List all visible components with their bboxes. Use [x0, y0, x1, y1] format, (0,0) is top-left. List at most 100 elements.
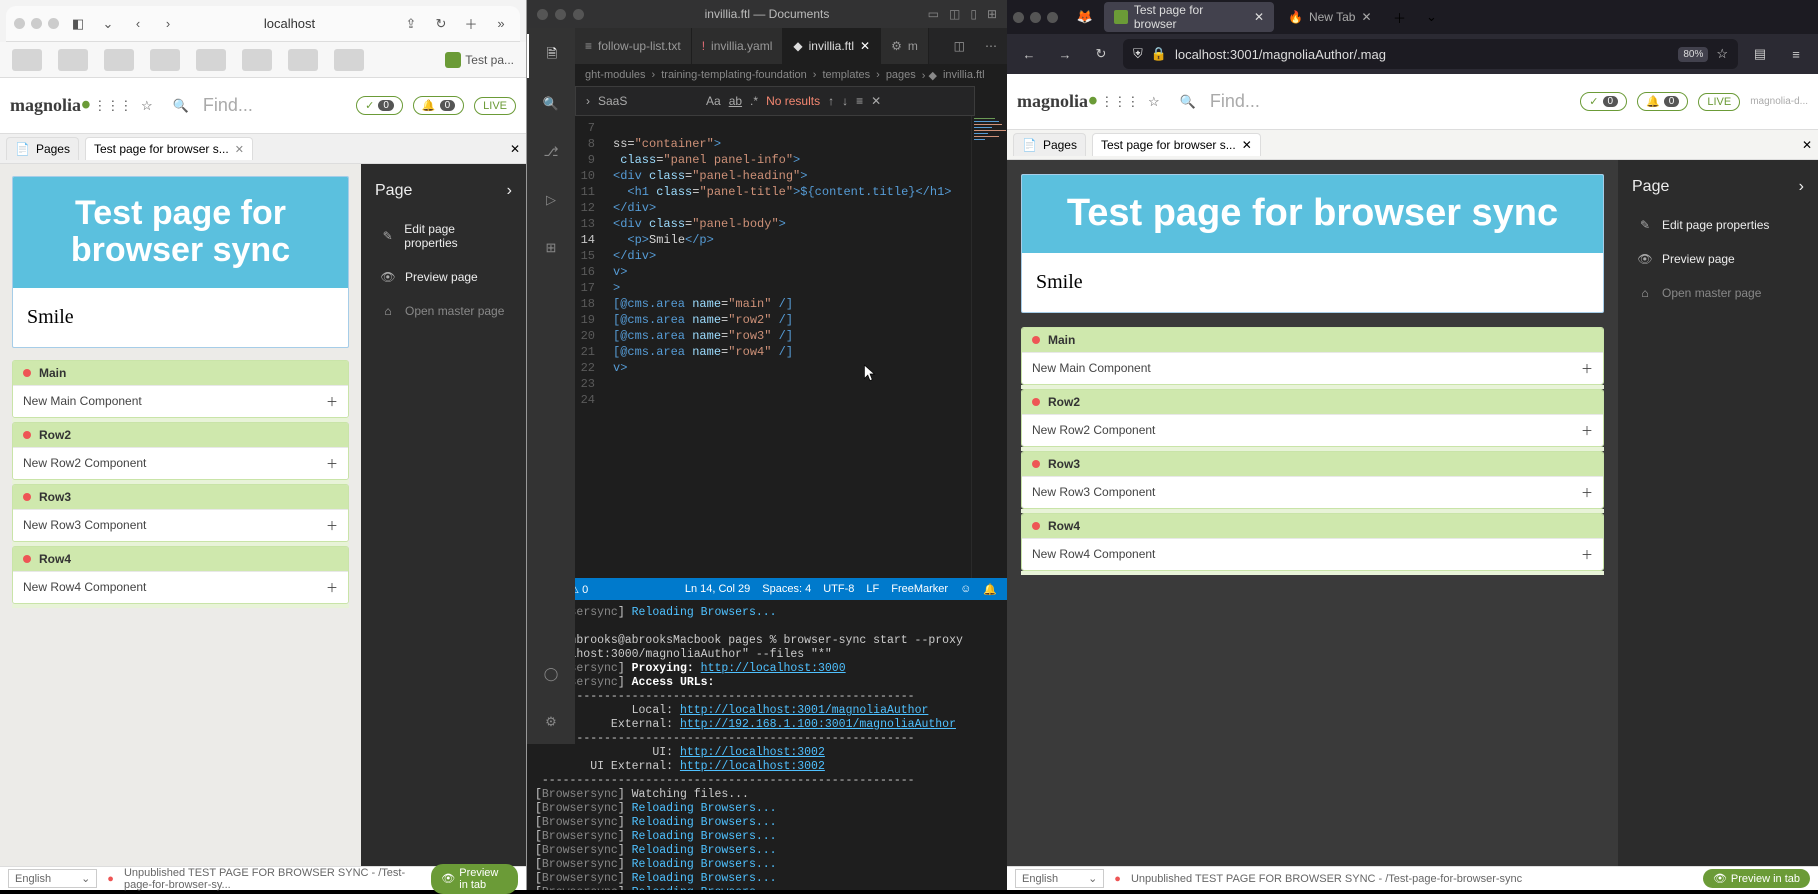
reload-icon[interactable]: ↻ — [1087, 40, 1115, 68]
bell-icon[interactable]: 🔔 — [983, 583, 997, 596]
prev-match-icon[interactable]: ↑ — [828, 94, 834, 108]
add-icon[interactable]: ＋ — [326, 517, 338, 534]
area-block[interactable]: Row4 New Row4 Component＋ — [1021, 513, 1604, 571]
language-mode[interactable]: FreeMarker — [891, 583, 948, 595]
add-icon[interactable]: ＋ — [1581, 484, 1593, 501]
code-line[interactable]: 20[@cms.area name="row3" /] — [575, 328, 1007, 344]
new-component-row[interactable]: New Row3 Component＋ — [1022, 476, 1603, 508]
tab-test-page[interactable]: Test page for browser✕ — [1104, 2, 1274, 32]
new-component-row[interactable]: New Row3 Component＋ — [13, 509, 348, 541]
favorite-icon[interactable] — [288, 49, 318, 71]
shield-icon[interactable]: ⛨ — [1133, 46, 1143, 62]
favorites-icon[interactable]: ☆ — [1142, 90, 1166, 114]
code-line[interactable]: 11 <h1 class="panel-title">${content.tit… — [575, 184, 1007, 200]
forward-icon[interactable]: → — [1051, 40, 1079, 68]
run-debug-icon[interactable]: ▷ — [527, 178, 575, 222]
split-editor-icon[interactable]: ◫ — [944, 28, 975, 64]
preview-in-tab-button[interactable]: 👁 Preview in tab — [431, 864, 518, 894]
encoding[interactable]: UTF-8 — [823, 583, 854, 595]
back-icon[interactable]: ← — [1015, 40, 1043, 68]
chevron-down-icon[interactable]: ⌄ — [97, 13, 119, 35]
preview-in-tab-button[interactable]: 👁 Preview in tab — [1703, 869, 1810, 888]
code-line[interactable]: 19[@cms.area name="row2" /] — [575, 312, 1007, 328]
favorite-icon[interactable] — [12, 49, 42, 71]
tab-follow-up[interactable]: ≡ follow-up-list.txt — [575, 28, 692, 64]
area-block[interactable]: Row3 New Row3 Component＋ — [12, 484, 349, 542]
code-line[interactable]: 14 <p>Smile</p> — [575, 232, 1007, 248]
window-min[interactable] — [1030, 12, 1041, 23]
tab-new-tab[interactable]: 🔥 New Tab ✕ — [1278, 2, 1382, 32]
favorite-icon[interactable] — [242, 49, 272, 71]
add-icon[interactable]: ＋ — [326, 455, 338, 472]
chevron-right-icon[interactable]: › — [586, 94, 590, 108]
close-icon[interactable]: ✕ — [1242, 138, 1252, 152]
magnolia-logo[interactable]: magnolia• — [1017, 91, 1098, 112]
add-icon[interactable]: ＋ — [326, 393, 338, 410]
window-close[interactable] — [537, 9, 548, 20]
area-block[interactable]: Row3 New Row3 Component＋ — [1021, 451, 1604, 509]
sidebar-toggle-icon[interactable]: ◧ — [67, 13, 89, 35]
close-panel-icon[interactable]: ✕ — [510, 142, 520, 156]
area-block[interactable]: Main New Main Component＋ — [12, 360, 349, 418]
window-max[interactable] — [573, 9, 584, 20]
overflow-icon[interactable]: » — [490, 13, 512, 35]
area-block[interactable]: Row2 New Row2 Component＋ — [12, 422, 349, 480]
chevron-right-icon[interactable]: › — [507, 182, 512, 200]
apps-icon[interactable]: ⋮⋮⋮ — [1108, 90, 1132, 114]
favorite-tab[interactable]: Test pa... — [445, 52, 514, 68]
new-component-row[interactable]: New Row2 Component＋ — [13, 447, 348, 479]
tab-invillia-yaml[interactable]: ! invillia.yaml — [692, 28, 784, 64]
search-icon[interactable]: 🔍 — [527, 82, 575, 126]
hamburger-icon[interactable]: ≡ — [1782, 40, 1810, 68]
window-close[interactable] — [1013, 12, 1024, 23]
reload-icon[interactable]: ↻ — [430, 13, 452, 35]
code-line[interactable]: 16v> — [575, 264, 1007, 280]
find-in-selection-icon[interactable]: ≡ — [856, 94, 863, 108]
close-icon[interactable]: ✕ — [860, 39, 870, 53]
tab-pages[interactable]: 📄 Pages — [6, 137, 79, 160]
firefox-logo-icon[interactable]: 🦊 — [1070, 9, 1100, 25]
favorite-icon[interactable] — [150, 49, 180, 71]
add-icon[interactable]: ＋ — [1581, 546, 1593, 563]
terminal[interactable]: [Browsersync] Reloading Browsers... ^C a… — [527, 600, 1007, 890]
panel-layout-icon[interactable]: ◫ — [949, 7, 960, 21]
favorite-icon[interactable] — [104, 49, 134, 71]
code-line[interactable]: 12</div> — [575, 200, 1007, 216]
bookmark-icon[interactable]: ☆ — [1716, 46, 1728, 62]
add-icon[interactable]: ＋ — [326, 579, 338, 596]
edit-page-properties[interactable]: ✎Edit page properties — [1624, 210, 1812, 240]
eol[interactable]: LF — [866, 583, 879, 595]
live-badge[interactable]: LIVE — [474, 97, 516, 115]
close-icon[interactable]: ✕ — [871, 94, 881, 108]
feedback-icon[interactable]: ☺ — [960, 583, 971, 595]
panel-layout-icon[interactable]: ▭ — [928, 7, 939, 21]
find-input[interactable]: Find... — [203, 95, 346, 116]
code-line[interactable]: 9 class="panel panel-info"> — [575, 152, 1007, 168]
address-bar[interactable]: ⛨ 🔒 localhost:3001/magnoliaAuthor/.mag 8… — [1123, 39, 1738, 69]
new-component-row[interactable]: New Row2 Component＋ — [1022, 414, 1603, 446]
code-line[interactable]: 23 — [575, 376, 1007, 392]
tasks-badge[interactable]: ✓0 — [356, 96, 403, 115]
code-line[interactable]: 18[@cms.area name="main" /] — [575, 296, 1007, 312]
apps-icon[interactable]: ⋮⋮⋮ — [101, 94, 125, 118]
zoom-badge[interactable]: 80% — [1678, 47, 1708, 62]
magnolia-logo[interactable]: magnolia• — [10, 95, 91, 116]
chevron-right-icon[interactable]: › — [1799, 178, 1804, 196]
cursor-position[interactable]: Ln 14, Col 29 — [685, 583, 750, 595]
regex-icon[interactable]: .* — [750, 94, 758, 108]
find-widget[interactable]: › SaaS Aa ab .* No results ↑ ↓ ≡ ✕ — [575, 86, 975, 116]
panel-layout-icon[interactable]: ▯ — [970, 7, 977, 21]
extension-icon[interactable]: ▤ — [1746, 40, 1774, 68]
find-input[interactable]: Find... — [1210, 91, 1570, 112]
address-bar[interactable]: localhost — [187, 16, 392, 31]
share-icon[interactable]: ⇪ — [400, 13, 422, 35]
find-query[interactable]: SaaS — [598, 94, 698, 108]
new-component-row[interactable]: New Row4 Component＋ — [13, 571, 348, 603]
window-min[interactable] — [555, 9, 566, 20]
favorite-icon[interactable] — [334, 49, 364, 71]
close-icon[interactable]: ✕ — [1361, 10, 1371, 24]
notifications-badge[interactable]: 🔔0 — [1637, 92, 1688, 111]
favorite-icon[interactable] — [58, 49, 88, 71]
indentation[interactable]: Spaces: 4 — [762, 583, 811, 595]
live-badge[interactable]: LIVE — [1698, 93, 1740, 111]
